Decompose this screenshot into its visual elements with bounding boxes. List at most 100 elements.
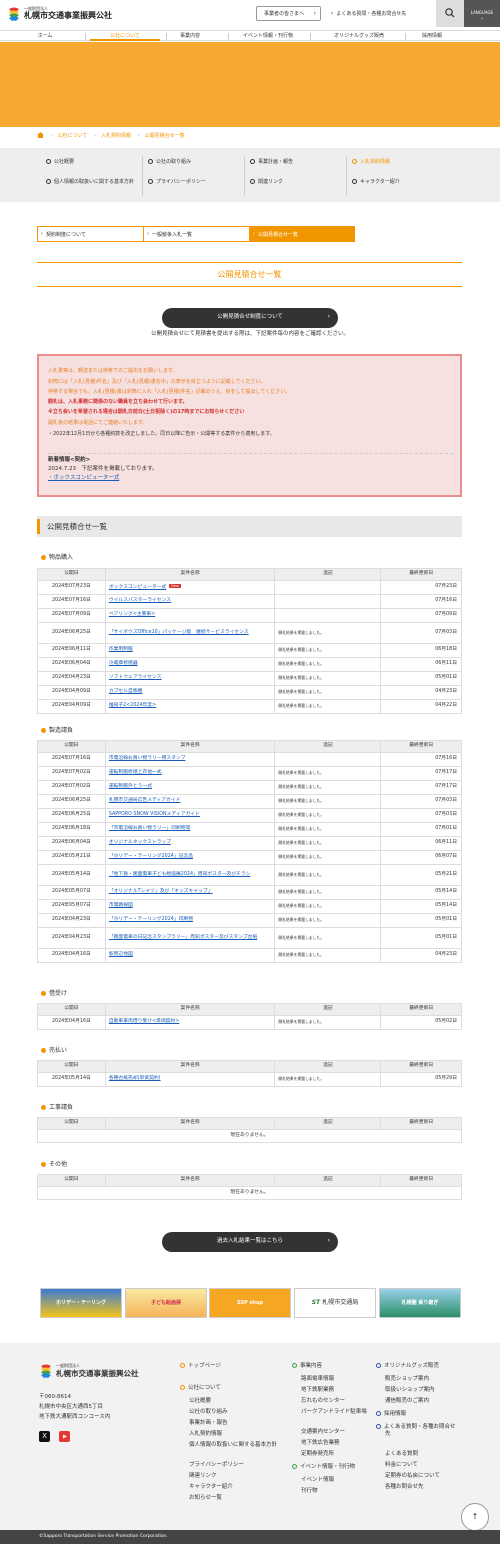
project-link[interactable]: 運転制服外とう一式	[109, 784, 152, 789]
project-link[interactable]: 自動車車両借り受け<単価契約>	[109, 1019, 179, 1024]
project-link[interactable]: 「市電沿線お買い物ラリー」印刷物等	[109, 826, 191, 831]
subnav-characters[interactable]: キャラクター紹介	[352, 179, 400, 186]
tab-general-bid[interactable]: › 一般競争入札一覧	[143, 226, 250, 242]
project-link[interactable]: 駅周辺地図	[109, 952, 133, 957]
system-info-button[interactable]: 公開見積合せ制度について ›	[162, 308, 338, 328]
tab-open-estimate[interactable]: › 公開見積合せ一覧	[249, 226, 355, 242]
project-link[interactable]: 「サイボウズOffice10」パッケージ版 継続サービスライセンス	[109, 630, 249, 635]
project-link[interactable]: 市電沿線お買い物ラリー用スタンプ	[109, 756, 186, 761]
home-icon[interactable]	[37, 132, 44, 138]
date-cell: 2024年06月25日	[37, 794, 106, 809]
logo-icon[interactable]	[7, 6, 21, 22]
breadcrumb-contract[interactable]: 入札契約情報	[101, 133, 131, 139]
footer-link[interactable]: イベント情報	[301, 1477, 334, 1484]
subnav-privacy[interactable]: プライバシーポリシー	[148, 179, 206, 186]
breadcrumb-about[interactable]: 公社について	[58, 133, 88, 139]
subnav-overview[interactable]: 公社概要	[46, 159, 74, 166]
footer-link-goods[interactable]: オリジナルグッズ販売	[376, 1363, 439, 1370]
language-button[interactable]: LANGUAGE ⌄	[464, 0, 500, 27]
project-link[interactable]: オリジナルネックストラップ	[109, 840, 171, 845]
business-button[interactable]: 事業者の皆さまへ ›	[256, 6, 321, 21]
footer-link[interactable]: 販売ショップ案内	[385, 1376, 429, 1383]
footer-link[interactable]: 料金について	[385, 1462, 418, 1469]
footer-link[interactable]: 個人情報の取扱いに関する基本方針	[189, 1442, 279, 1449]
project-link[interactable]: ウイルスバスターライセンス	[109, 598, 171, 603]
footer-link[interactable]: 定期券の払戻について	[385, 1473, 440, 1480]
subnav-privacy-policy-basic[interactable]: 個人情報の取扱いに関する基本方針	[46, 179, 138, 186]
banner-holiday-tailing[interactable]: ホリデー・テーリング	[40, 1288, 122, 1318]
tab-system[interactable]: › 契約制度について	[37, 226, 144, 242]
footer-link[interactable]: 刊行物	[301, 1488, 318, 1495]
footer-link[interactable]: 路面電車情報	[301, 1376, 334, 1383]
subnav-plans[interactable]: 事業計画・報告	[250, 159, 293, 166]
past-results-button[interactable]: 過去入札結果一覧はこちら ›	[162, 1232, 338, 1252]
footer-link-faq[interactable]: よくある質問・各種お問合せ先	[376, 1424, 460, 1438]
project-link[interactable]: 「ホリデー・テーリング2024」印刷物	[109, 917, 193, 922]
project-link[interactable]: ボックスコンピューター式	[109, 585, 166, 590]
news-link[interactable]: ・ボックスコンピューター式	[48, 475, 119, 481]
search-button[interactable]	[436, 0, 464, 27]
footer-link-business[interactable]: 事業内容	[292, 1363, 322, 1370]
updated-cell: 04月23日	[380, 685, 462, 700]
project-link[interactable]: 冷蔵庫修繕器	[109, 661, 138, 666]
project-link[interactable]: 運転制服修繕上衣他一式	[109, 770, 162, 775]
footer-link[interactable]: よくある質問	[385, 1451, 418, 1458]
footer-link[interactable]: 事業計画・報告	[189, 1420, 228, 1427]
nav-about[interactable]: 公社について	[90, 32, 160, 41]
footer-link[interactable]: 忘れものセンター	[301, 1398, 345, 1405]
footer-link[interactable]: 通信販売のご案内	[385, 1398, 429, 1405]
footer-link[interactable]: 地下鉄広告業務	[301, 1440, 340, 1447]
footer-link[interactable]: プライバシーポリシー	[189, 1462, 244, 1469]
banner-transfer[interactable]: 札幌圏 乗り継ぎ	[379, 1288, 461, 1318]
nav-business[interactable]: 事業内容	[170, 32, 210, 41]
project-link[interactable]: SAPPORO SNOW VISIONメディアガイド	[109, 812, 200, 817]
footer-link[interactable]: 定期券発売所	[301, 1451, 334, 1458]
footer-link-about[interactable]: 公社について	[180, 1385, 221, 1392]
footer-link[interactable]: 関連リンク	[189, 1473, 217, 1480]
subnav-initiatives[interactable]: 公社の取り組み	[148, 159, 191, 166]
banner-kids-art[interactable]: 子ども絵画展	[125, 1288, 207, 1318]
footer-link[interactable]: 入札契約情報	[189, 1431, 222, 1438]
project-link[interactable]: 「地下鉄・路面電車子ども絵画展2024」周知ポスター及びチラシ	[109, 872, 251, 877]
footer-link[interactable]: 公社の取り組み	[189, 1409, 228, 1416]
footer-link[interactable]: 地下鉄駅業務	[301, 1387, 334, 1394]
subnav-contract[interactable]: 入札契約情報	[352, 159, 390, 166]
footer-link-top[interactable]: トップページ	[180, 1363, 221, 1370]
notice-line: ※立ち会いを希望される場合は開札日前日(土日祝除く)の17時までにお知らせくださ…	[48, 409, 245, 415]
updated-cell: 06月11日	[380, 657, 462, 672]
footer-link[interactable]: パークアンドライド駐車場	[301, 1409, 369, 1416]
x-twitter-icon[interactable]: X	[39, 1431, 50, 1442]
project-link[interactable]: 「ホリデー・テーリング2024」記念品	[109, 854, 193, 859]
project-link[interactable]: 市電路線図	[109, 903, 133, 908]
project-link[interactable]: ソフトウェアライセンス	[109, 675, 162, 680]
youtube-icon[interactable]	[59, 1431, 70, 1442]
footer-link[interactable]: 取扱いショップ案内	[385, 1387, 435, 1394]
back-to-top-button[interactable]: ↑	[461, 1503, 489, 1531]
project-link[interactable]: 札幌市交通局広告メディアガイド	[109, 798, 181, 803]
nav-home[interactable]: ホーム	[20, 32, 70, 41]
project-link[interactable]: ベアリング<主要車>	[109, 612, 155, 617]
project-link[interactable]: 作業用制服	[109, 647, 133, 652]
project-link[interactable]: 推知子2<2024年度>	[109, 703, 156, 708]
footer-link-recruit[interactable]: 採用情報	[376, 1411, 406, 1418]
nav-recruit[interactable]: 採用情報	[412, 32, 452, 41]
date-cell: 2024年06月25日	[37, 808, 106, 823]
footer-link[interactable]: 各種お問合せ先	[385, 1484, 424, 1491]
project-link[interactable]: カプセル自販機	[109, 689, 143, 694]
logo-icon	[41, 1364, 51, 1378]
banner-ssp-shop[interactable]: SSP shop	[209, 1288, 291, 1318]
faq-link[interactable]: › よくある質問・各種お問合せ先	[331, 10, 406, 18]
project-link[interactable]: 「路面電車の日記念スタンプラリー」周知ポスター及びスタンプ台紙	[109, 935, 257, 940]
subnav-links[interactable]: 関連リンク	[250, 179, 283, 186]
banner-sapporo-transport[interactable]: ST 札幌市交通局	[294, 1288, 376, 1318]
footer-link[interactable]: キャラクター紹介	[189, 1484, 233, 1491]
footer-link-events[interactable]: イベント情報・刊行物	[292, 1464, 355, 1471]
footer-link[interactable]: お知らせ一覧	[189, 1495, 222, 1502]
footer-link[interactable]: 公社概要	[189, 1398, 211, 1405]
footer-link[interactable]: 交通案内センター	[301, 1429, 345, 1436]
nav-events[interactable]: イベント情報・刊行物	[233, 32, 303, 41]
nav-goods[interactable]: オリジナルグッズ販売	[316, 32, 402, 41]
project-link[interactable]: 「オリジナルTシャツ」及び「キッズキャップ」	[109, 889, 213, 894]
org-name[interactable]: 札幌市交通事業振興公社	[24, 11, 112, 21]
project-link[interactable]: 各種古紙売却(単価契約)	[109, 1076, 161, 1081]
